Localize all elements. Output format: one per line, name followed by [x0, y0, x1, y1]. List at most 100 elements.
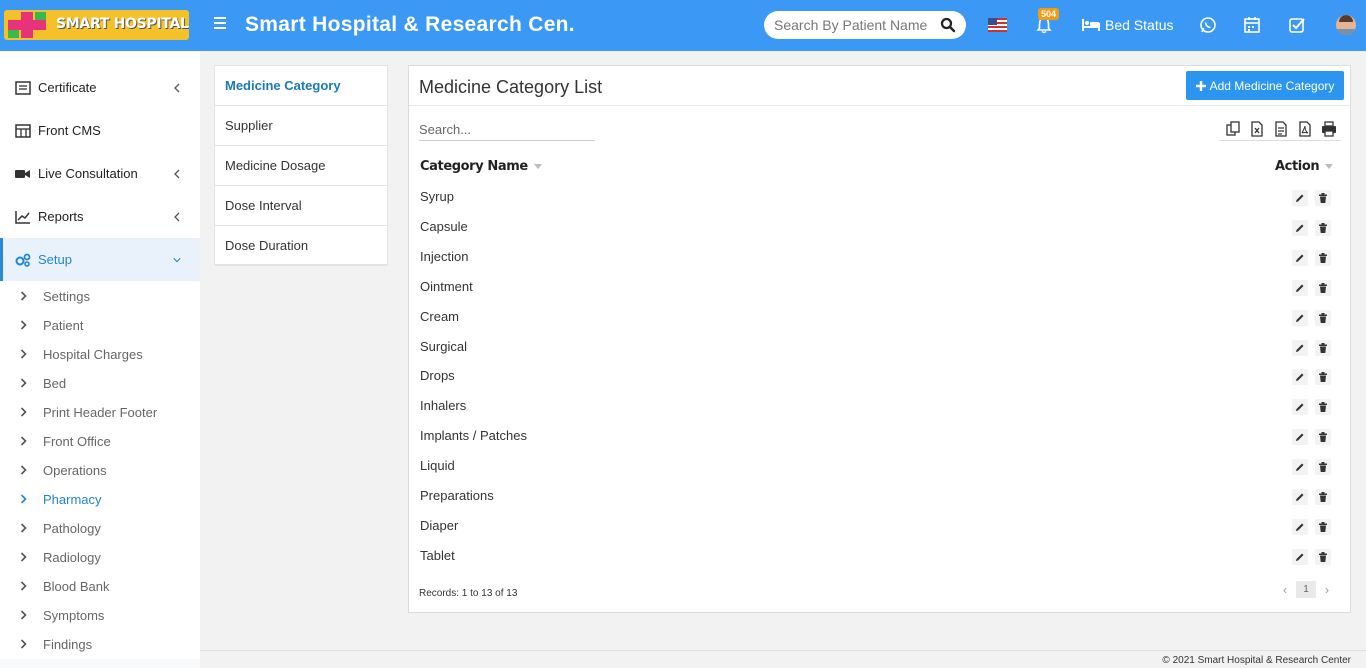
sidebar-subitem-patient[interactable]: Patient	[0, 311, 200, 340]
sidebar-subitem-hospital-charges[interactable]: Hospital Charges	[0, 340, 200, 369]
edit-icon[interactable]	[1292, 309, 1308, 326]
tab-supplier[interactable]: Supplier	[215, 106, 387, 146]
copy-icon[interactable]	[1225, 120, 1241, 137]
delete-icon[interactable]	[1315, 309, 1331, 326]
task-check-icon[interactable]	[1288, 16, 1306, 34]
edit-icon[interactable]	[1292, 489, 1308, 505]
chevron-right-icon	[20, 465, 27, 475]
chevron-right-icon	[20, 639, 27, 649]
next-page-icon[interactable]: ›	[1325, 583, 1329, 597]
category-name-cell: Cream	[420, 308, 460, 324]
sidebar-subitem-pharmacy[interactable]: Pharmacy	[0, 485, 200, 514]
notification-badge: 504	[1038, 8, 1060, 20]
edit-icon[interactable]	[1292, 459, 1308, 476]
delete-icon[interactable]	[1315, 369, 1331, 386]
pharmacy-tab-menu: Medicine Category Supplier Medicine Dosa…	[214, 65, 388, 266]
edit-icon[interactable]	[1292, 190, 1308, 206]
delete-icon[interactable]	[1315, 249, 1331, 266]
panel-header: Medicine Category List Add Medicine Cate…	[409, 66, 1350, 106]
sidebar-subitem-front-office[interactable]: Front Office	[0, 427, 200, 456]
edit-icon[interactable]	[1292, 518, 1308, 535]
prev-page-icon[interactable]: ‹	[1283, 583, 1287, 597]
sidebar-subitem-settings[interactable]: Settings	[0, 282, 200, 311]
edit-icon[interactable]	[1292, 548, 1308, 565]
edit-icon[interactable]	[1292, 279, 1308, 296]
sidebar-subitem-label: Front Office	[43, 434, 111, 449]
pagination: ‹ 1 ›	[1283, 581, 1329, 598]
sort-caret-icon	[533, 164, 542, 169]
excel-icon[interactable]	[1249, 120, 1265, 137]
column-header-label: Action	[1275, 159, 1320, 174]
tab-medicine-dosage[interactable]: Medicine Dosage	[215, 146, 387, 186]
menu-toggle-icon[interactable]	[214, 17, 227, 32]
delete-icon[interactable]	[1315, 219, 1331, 236]
chevron-right-icon	[20, 610, 27, 620]
whatsapp-icon[interactable]	[1199, 16, 1217, 34]
sidebar-item-front-cms[interactable]: Front CMS	[0, 109, 200, 152]
csv-icon[interactable]	[1273, 120, 1289, 137]
delete-icon[interactable]	[1315, 489, 1331, 505]
sidebar: Certificate Front CMS Live Consultation …	[0, 51, 200, 668]
calendar-icon[interactable]	[1243, 16, 1261, 34]
sidebar-subitem-bed[interactable]: Bed	[0, 369, 200, 398]
add-medicine-category-button[interactable]: Add Medicine Category	[1186, 71, 1344, 100]
sidebar-item-setup[interactable]: Setup	[0, 238, 200, 281]
edit-icon[interactable]	[1292, 339, 1308, 356]
delete-icon[interactable]	[1315, 339, 1331, 356]
category-name-cell: Injection	[420, 248, 469, 264]
chevron-left-icon	[174, 169, 180, 178]
patient-search-input[interactable]	[774, 16, 934, 34]
tab-dose-interval[interactable]: Dose Interval	[215, 186, 387, 226]
app-logo[interactable]: SMART HOSPITAL	[4, 10, 189, 40]
sidebar-subitem-operations[interactable]: Operations	[0, 456, 200, 485]
delete-icon[interactable]	[1315, 190, 1331, 206]
sidebar-item-label: Reports	[38, 209, 84, 224]
column-header-action[interactable]: Action	[1275, 159, 1334, 174]
edit-icon[interactable]	[1292, 219, 1308, 236]
delete-icon[interactable]	[1315, 279, 1331, 296]
chevron-right-icon	[20, 436, 27, 446]
us-flag-icon[interactable]	[988, 18, 1007, 32]
tab-medicine-category[interactable]: Medicine Category	[215, 66, 387, 106]
table-row: Cream	[419, 303, 1339, 333]
print-icon[interactable]	[1321, 120, 1337, 137]
add-button-label: Add Medicine Category	[1209, 78, 1335, 93]
sidebar-subitem-findings[interactable]: Findings	[0, 630, 200, 659]
edit-icon[interactable]	[1292, 399, 1308, 416]
tab-dose-duration[interactable]: Dose Duration	[215, 226, 387, 266]
column-header-category-name[interactable]: Category Name	[420, 159, 542, 174]
sidebar-subitem-print-header-footer[interactable]: Print Header Footer	[0, 398, 200, 427]
sort-caret-icon	[1325, 164, 1334, 169]
sidebar-item-certificate[interactable]: Certificate	[0, 66, 200, 109]
bed-status-button[interactable]: Bed Status	[1082, 17, 1174, 33]
search-icon[interactable]	[940, 17, 956, 33]
sidebar-item-reports[interactable]: Reports	[0, 195, 200, 238]
table-row: Syrup	[419, 183, 1339, 213]
sidebar-item-live-consultation[interactable]: Live Consultation	[0, 152, 200, 195]
edit-icon[interactable]	[1292, 249, 1308, 266]
bed-icon	[1082, 19, 1100, 31]
sidebar-subitem-blood-bank[interactable]: Blood Bank	[0, 572, 200, 601]
delete-icon[interactable]	[1315, 518, 1331, 535]
sidebar-subitem-label: Bed	[43, 376, 67, 391]
bed-status-label: Bed Status	[1105, 17, 1174, 33]
user-avatar[interactable]	[1336, 15, 1356, 35]
sidebar-subitem-pathology[interactable]: Pathology	[0, 514, 200, 543]
delete-icon[interactable]	[1315, 548, 1331, 565]
sidebar-subitem-symptoms[interactable]: Symptoms	[0, 601, 200, 630]
top-navbar: SMART HOSPITAL Smart Hospital & Research…	[0, 0, 1366, 51]
delete-icon[interactable]	[1315, 459, 1331, 476]
logo-text: SMART HOSPITAL	[56, 16, 189, 32]
delete-icon[interactable]	[1315, 429, 1331, 446]
sidebar-subitem-radiology[interactable]: Radiology	[0, 543, 200, 572]
edit-icon[interactable]	[1292, 369, 1308, 386]
table-search-input[interactable]	[419, 119, 595, 141]
edit-icon[interactable]	[1292, 429, 1308, 446]
chevron-right-icon	[20, 581, 27, 591]
delete-icon[interactable]	[1315, 399, 1331, 416]
page-number[interactable]: 1	[1296, 581, 1316, 598]
table-row: Surgical	[419, 333, 1339, 363]
table-row: Capsule	[419, 213, 1339, 243]
category-name-cell: Diaper	[420, 517, 459, 533]
pdf-icon[interactable]	[1297, 120, 1313, 137]
